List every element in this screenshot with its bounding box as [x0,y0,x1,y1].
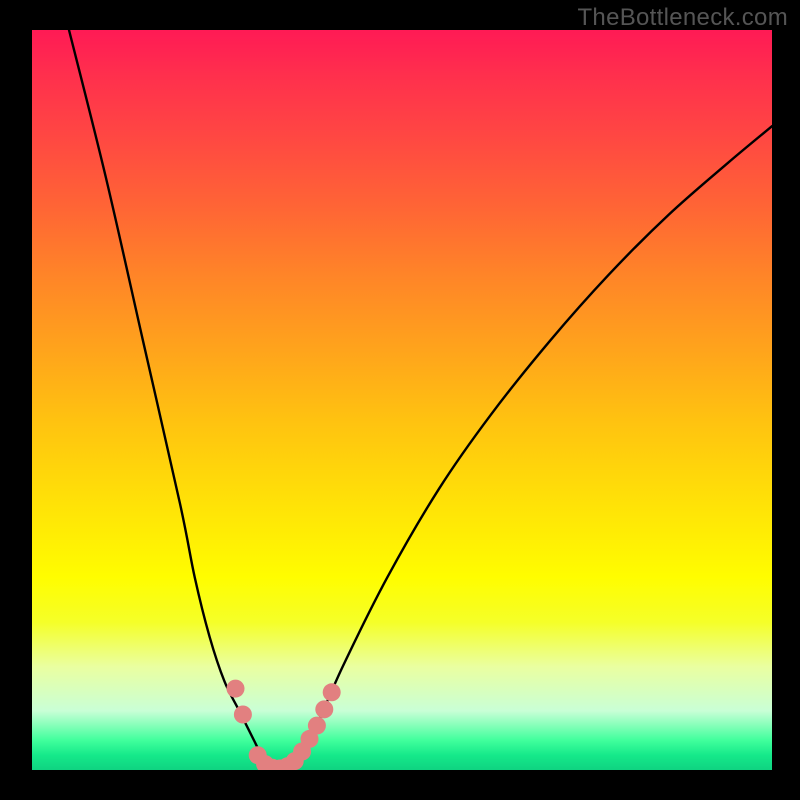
highlight-markers [227,680,341,770]
plot-area [32,30,772,770]
bottleneck-curve [69,30,772,770]
marker-point [315,700,333,718]
chart-frame: TheBottleneck.com [0,0,800,800]
marker-point [323,683,341,701]
watermark-text: TheBottleneck.com [577,4,788,32]
marker-point [234,706,252,724]
marker-point [308,717,326,735]
marker-point [227,680,245,698]
chart-svg [32,30,772,770]
